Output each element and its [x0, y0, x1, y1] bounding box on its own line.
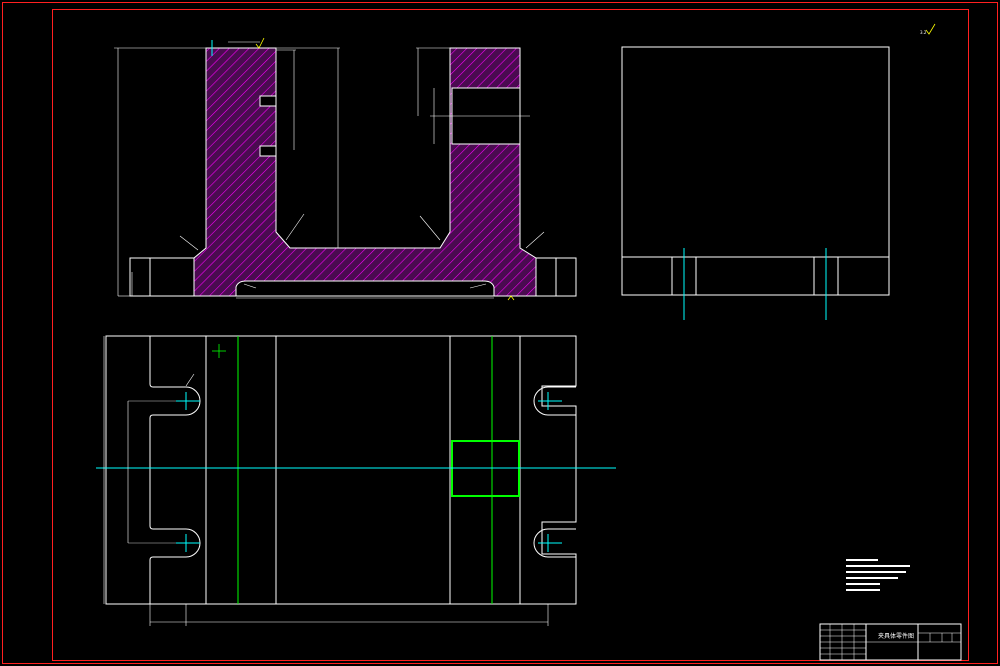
side-view-body: [621, 46, 890, 296]
title-block[interactable]: 夹具体零件图: [819, 623, 962, 661]
section-hatch-area: [193, 47, 537, 297]
cad-drawing-canvas[interactable]: 3.2 夹具体零件图: [0, 0, 1000, 666]
top-view-outline: [105, 335, 577, 605]
roughness-symbol: 3.2: [920, 23, 936, 35]
technical-notes: [846, 559, 910, 591]
roughness-value: 3.2: [920, 30, 927, 35]
thread-hole-lower: [259, 145, 277, 157]
part-title: 夹具体零件图: [878, 632, 914, 640]
left-flange: [129, 257, 195, 297]
bottom-slot: [235, 280, 495, 297]
side-view[interactable]: [621, 46, 890, 320]
top-view[interactable]: [96, 335, 616, 626]
thread-hole-upper: [259, 95, 277, 107]
front-section-view[interactable]: [114, 37, 577, 301]
